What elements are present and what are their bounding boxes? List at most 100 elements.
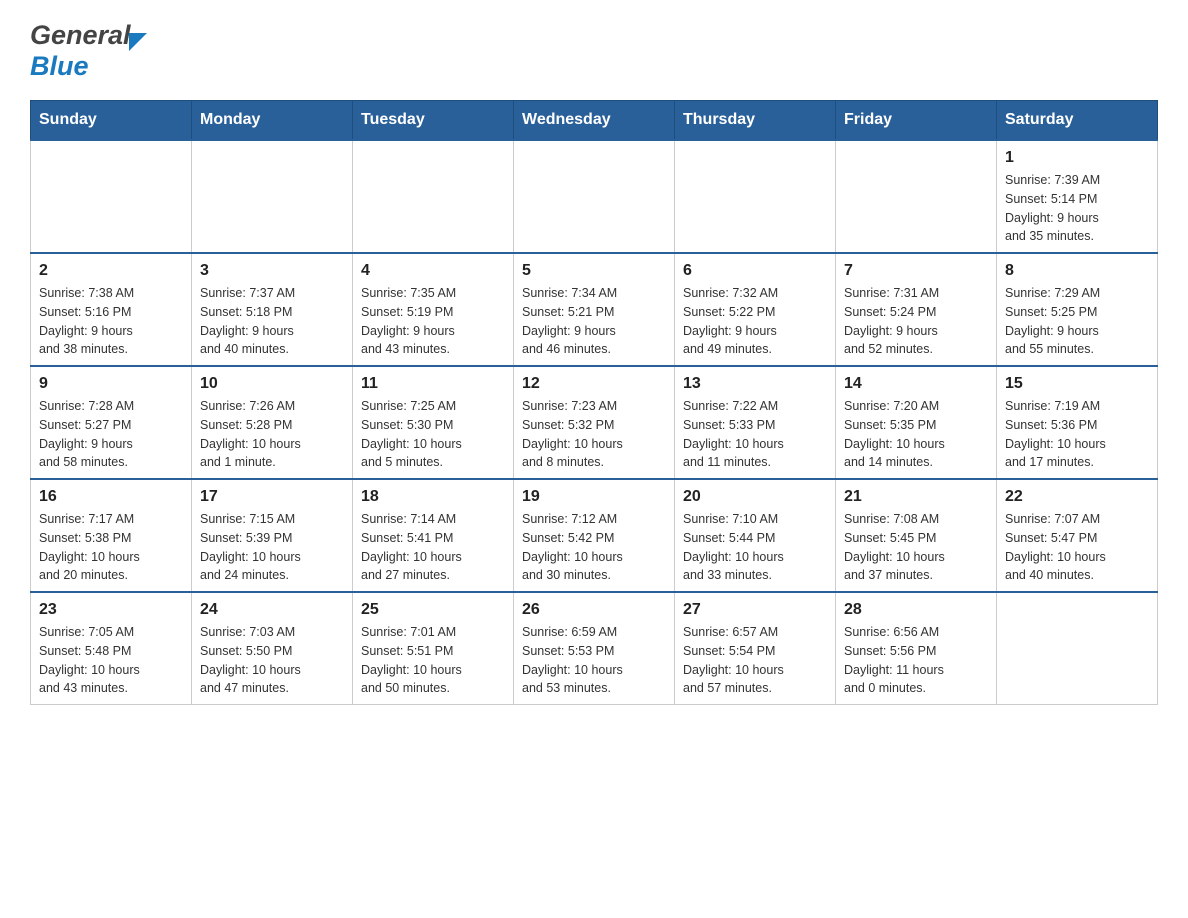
calendar-cell: 9Sunrise: 7:28 AM Sunset: 5:27 PM Daylig… <box>31 366 192 479</box>
logo-general-text: General <box>30 20 131 51</box>
weekday-header-sunday: Sunday <box>31 101 192 141</box>
day-number: 20 <box>683 488 827 506</box>
calendar-cell: 4 Sunrise: 7:35 AM Sunset: 5:19 PM Daylig… <box>353 253 514 366</box>
day-number: 7 <box>844 262 988 280</box>
calendar-cell <box>675 140 836 253</box>
calendar-cell <box>192 140 353 253</box>
day-number: 18 <box>361 488 505 506</box>
weekday-header-thursday: Thursday <box>675 101 836 141</box>
calendar-cell: 14 Sunrise: 7:20 AM Sunset: 5:35 PM Dayli… <box>836 366 997 479</box>
logo-blue-text: Blue <box>30 51 147 82</box>
calendar-cell: 5 Sunrise: 7:34 AM Sunset: 5:21 PM Daylig… <box>514 253 675 366</box>
day-info: Sunrise: 7:14 AM Sunset: 5:41 PM Dayligh… <box>361 510 505 585</box>
day-number: 5 <box>522 262 666 280</box>
day-number: 19 <box>522 488 666 506</box>
day-info: Sunrise: 7:12 AM Sunset: 5:42 PM Dayligh… <box>522 510 666 585</box>
calendar-cell: 22 Sunrise: 7:07 AM Sunset: 5:47 PM Dayli… <box>997 479 1158 592</box>
calendar-cell: 23 Sunrise: 7:05 AM Sunset: 5:48 PM Dayli… <box>31 592 192 705</box>
day-number: 12 <box>522 375 666 393</box>
week-row-5: 23 Sunrise: 7:05 AM Sunset: 5:48 PM Dayli… <box>31 592 1158 705</box>
calendar-cell: 1 Sunrise: 7:39 AM Sunset: 5:14 PM Daylig… <box>997 140 1158 253</box>
week-row-4: 16 Sunrise: 7:17 AM Sunset: 5:38 PM Dayli… <box>31 479 1158 592</box>
day-info: Sunrise: 7:22 AM Sunset: 5:33 PM Dayligh… <box>683 397 827 472</box>
day-info: Sunrise: 6:57 AM Sunset: 5:54 PM Dayligh… <box>683 623 827 698</box>
calendar-cell: 10 Sunrise: 7:26 AM Sunset: 5:28 PM Dayli… <box>192 366 353 479</box>
weekday-header-row: SundayMondayTuesdayWednesdayThursdayFrid… <box>31 101 1158 141</box>
day-info: Sunrise: 6:59 AM Sunset: 5:53 PM Dayligh… <box>522 623 666 698</box>
calendar-cell: 7 Sunrise: 7:31 AM Sunset: 5:24 PM Daylig… <box>836 253 997 366</box>
logo: General Blue <box>30 20 147 82</box>
day-number: 4 <box>361 262 505 280</box>
day-info: Sunrise: 7:23 AM Sunset: 5:32 PM Dayligh… <box>522 397 666 472</box>
calendar-cell: 13Sunrise: 7:22 AM Sunset: 5:33 PM Dayli… <box>675 366 836 479</box>
calendar-cell: 24Sunrise: 7:03 AM Sunset: 5:50 PM Dayli… <box>192 592 353 705</box>
day-info: Sunrise: 7:31 AM Sunset: 5:24 PM Dayligh… <box>844 284 988 359</box>
day-info: Sunrise: 7:08 AM Sunset: 5:45 PM Dayligh… <box>844 510 988 585</box>
weekday-header-tuesday: Tuesday <box>353 101 514 141</box>
day-number: 3 <box>200 262 344 280</box>
weekday-header-friday: Friday <box>836 101 997 141</box>
day-number: 22 <box>1005 488 1149 506</box>
day-info: Sunrise: 7:28 AM Sunset: 5:27 PM Dayligh… <box>39 397 183 472</box>
calendar-cell: 26 Sunrise: 6:59 AM Sunset: 5:53 PM Dayli… <box>514 592 675 705</box>
calendar-cell: 2 Sunrise: 7:38 AM Sunset: 5:16 PM Daylig… <box>31 253 192 366</box>
day-number: 2 <box>39 262 183 280</box>
calendar-cell: 20 Sunrise: 7:10 AM Sunset: 5:44 PM Dayli… <box>675 479 836 592</box>
day-info: Sunrise: 7:07 AM Sunset: 5:47 PM Dayligh… <box>1005 510 1149 585</box>
day-number: 16 <box>39 488 183 506</box>
day-number: 1 <box>1005 149 1149 167</box>
calendar-cell: 25 Sunrise: 7:01 AM Sunset: 5:51 PM Dayli… <box>353 592 514 705</box>
week-row-2: 2 Sunrise: 7:38 AM Sunset: 5:16 PM Daylig… <box>31 253 1158 366</box>
day-info: Sunrise: 7:25 AM Sunset: 5:30 PM Dayligh… <box>361 397 505 472</box>
calendar-cell: 3 Sunrise: 7:37 AM Sunset: 5:18 PM Daylig… <box>192 253 353 366</box>
calendar-cell: 21 Sunrise: 7:08 AM Sunset: 5:45 PM Dayli… <box>836 479 997 592</box>
calendar-cell: 28 Sunrise: 6:56 AM Sunset: 5:56 PM Dayli… <box>836 592 997 705</box>
day-number: 21 <box>844 488 988 506</box>
day-number: 23 <box>39 601 183 619</box>
calendar-cell <box>514 140 675 253</box>
day-info: Sunrise: 7:20 AM Sunset: 5:35 PM Dayligh… <box>844 397 988 472</box>
calendar-cell <box>353 140 514 253</box>
calendar-cell: 16 Sunrise: 7:17 AM Sunset: 5:38 PM Dayli… <box>31 479 192 592</box>
day-info: Sunrise: 7:35 AM Sunset: 5:19 PM Dayligh… <box>361 284 505 359</box>
logo-arrow-icon <box>129 33 147 51</box>
day-info: Sunrise: 7:39 AM Sunset: 5:14 PM Dayligh… <box>1005 171 1149 246</box>
calendar-cell <box>31 140 192 253</box>
calendar-cell: 12 Sunrise: 7:23 AM Sunset: 5:32 PM Dayli… <box>514 366 675 479</box>
day-info: Sunrise: 7:37 AM Sunset: 5:18 PM Dayligh… <box>200 284 344 359</box>
calendar-cell: 8Sunrise: 7:29 AM Sunset: 5:25 PM Daylig… <box>997 253 1158 366</box>
day-number: 6 <box>683 262 827 280</box>
day-info: Sunrise: 7:01 AM Sunset: 5:51 PM Dayligh… <box>361 623 505 698</box>
week-row-3: 9Sunrise: 7:28 AM Sunset: 5:27 PM Daylig… <box>31 366 1158 479</box>
weekday-header-wednesday: Wednesday <box>514 101 675 141</box>
day-number: 25 <box>361 601 505 619</box>
day-number: 28 <box>844 601 988 619</box>
day-info: Sunrise: 7:32 AM Sunset: 5:22 PM Dayligh… <box>683 284 827 359</box>
calendar-cell: 18 Sunrise: 7:14 AM Sunset: 5:41 PM Dayli… <box>353 479 514 592</box>
day-info: Sunrise: 7:10 AM Sunset: 5:44 PM Dayligh… <box>683 510 827 585</box>
day-info: Sunrise: 7:34 AM Sunset: 5:21 PM Dayligh… <box>522 284 666 359</box>
day-number: 11 <box>361 375 505 393</box>
day-info: Sunrise: 7:03 AM Sunset: 5:50 PM Dayligh… <box>200 623 344 698</box>
day-info: Sunrise: 7:38 AM Sunset: 5:16 PM Dayligh… <box>39 284 183 359</box>
day-number: 10 <box>200 375 344 393</box>
day-number: 17 <box>200 488 344 506</box>
page-header: General Blue <box>30 20 1158 82</box>
day-info: Sunrise: 7:19 AM Sunset: 5:36 PM Dayligh… <box>1005 397 1149 472</box>
calendar-cell <box>836 140 997 253</box>
calendar-table: SundayMondayTuesdayWednesdayThursdayFrid… <box>30 100 1158 705</box>
day-number: 14 <box>844 375 988 393</box>
calendar-cell: 27 Sunrise: 6:57 AM Sunset: 5:54 PM Dayli… <box>675 592 836 705</box>
calendar-cell: 17 Sunrise: 7:15 AM Sunset: 5:39 PM Dayli… <box>192 479 353 592</box>
weekday-header-monday: Monday <box>192 101 353 141</box>
day-number: 27 <box>683 601 827 619</box>
day-number: 26 <box>522 601 666 619</box>
day-number: 15 <box>1005 375 1149 393</box>
day-info: Sunrise: 6:56 AM Sunset: 5:56 PM Dayligh… <box>844 623 988 698</box>
day-info: Sunrise: 7:17 AM Sunset: 5:38 PM Dayligh… <box>39 510 183 585</box>
day-info: Sunrise: 7:15 AM Sunset: 5:39 PM Dayligh… <box>200 510 344 585</box>
day-info: Sunrise: 7:26 AM Sunset: 5:28 PM Dayligh… <box>200 397 344 472</box>
calendar-cell: 11 Sunrise: 7:25 AM Sunset: 5:30 PM Dayli… <box>353 366 514 479</box>
day-info: Sunrise: 7:05 AM Sunset: 5:48 PM Dayligh… <box>39 623 183 698</box>
calendar-cell: 19 Sunrise: 7:12 AM Sunset: 5:42 PM Dayli… <box>514 479 675 592</box>
